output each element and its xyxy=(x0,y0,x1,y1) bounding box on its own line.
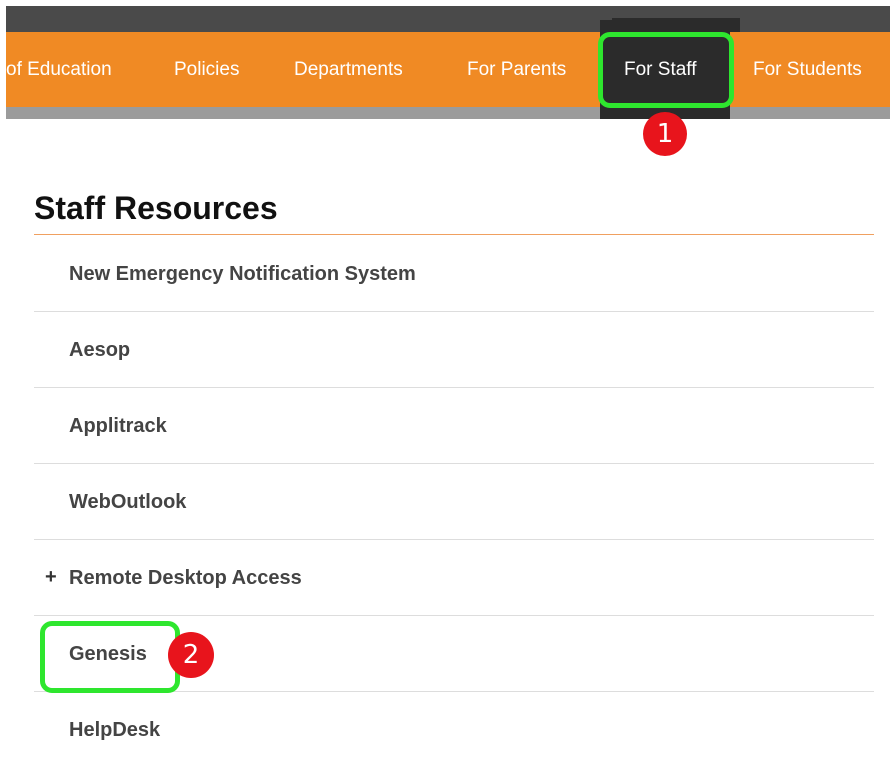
nav-bottom-shadow xyxy=(6,107,890,119)
nav-item-board-of-education[interactable]: of Education xyxy=(6,32,112,107)
page: of Education Policies Departments For Pa… xyxy=(0,0,890,765)
resource-label[interactable]: Aesop xyxy=(69,312,130,388)
list-item-emergency-notification[interactable]: New Emergency Notification System xyxy=(34,236,874,312)
nav-item-departments[interactable]: Departments xyxy=(294,32,403,107)
resource-label[interactable]: Remote Desktop Access xyxy=(69,540,302,616)
list-item-remote-desktop-access[interactable]: + Remote Desktop Access xyxy=(34,540,874,616)
list-item-aesop[interactable]: Aesop xyxy=(34,312,874,388)
nav-item-for-students[interactable]: For Students xyxy=(753,32,862,107)
resource-label[interactable]: Applitrack xyxy=(69,388,167,464)
title-divider xyxy=(34,234,874,235)
highlight-genesis xyxy=(40,621,180,693)
page-title: Staff Resources xyxy=(34,190,278,226)
resource-label[interactable]: New Emergency Notification System xyxy=(69,236,416,312)
nav-item-for-parents[interactable]: For Parents xyxy=(467,32,566,107)
list-item-weboutlook[interactable]: WebOutlook xyxy=(34,464,874,540)
highlight-for-staff xyxy=(598,32,734,108)
list-item-helpdesk[interactable]: HelpDesk xyxy=(34,692,874,765)
list-item-applitrack[interactable]: Applitrack xyxy=(34,388,874,464)
expand-plus-icon[interactable]: + xyxy=(45,540,57,616)
top-strip xyxy=(6,6,890,32)
nav-item-policies[interactable]: Policies xyxy=(174,32,239,107)
step-badge-2: 2 xyxy=(168,632,214,678)
resource-label[interactable]: HelpDesk xyxy=(69,692,160,765)
resource-label[interactable]: WebOutlook xyxy=(69,464,186,540)
step-badge-1: 1 xyxy=(643,112,687,156)
